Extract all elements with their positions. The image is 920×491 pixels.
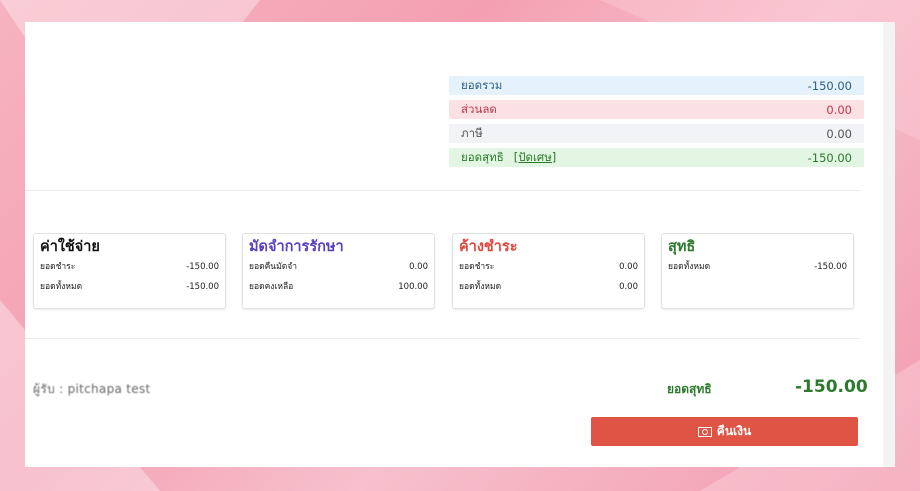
deposit-card: มัดจำการรักษา ยอดคืนมัดจำ 0.00 ยอดคงเหลื… [242,233,435,309]
summary-total-value: -150.00 [807,78,852,93]
deposit-row-balance: ยอดคงเหลือ 100.00 [249,282,428,293]
outstanding-card-title: ค้างชำระ [459,239,518,255]
summary-discount-value: 0.00 [826,102,852,117]
divider-top [25,190,861,191]
expense-row-paid: ยอดชำระ -150.00 [40,262,219,273]
deposit-row-refund: ยอดคืนมัดจำ 0.00 [249,262,428,273]
summary-tax-row: ภาษี 0.00 [449,124,864,143]
outstanding-row-total-label: ยอดทั้งหมด [459,282,502,292]
deposit-row-refund-value: 0.00 [409,262,428,272]
refund-button-label: คืนเงิน [716,424,752,438]
summary-table: ยอดรวม -150.00 ส่วนลด 0.00 ภาษี 0.00 ยอด… [449,76,864,172]
summary-net-value: -150.00 [807,150,852,165]
outstanding-row-paid-value: 0.00 [619,262,638,272]
summary-net-label: ยอดสุทธิ [461,149,504,164]
summary-tax-value: 0.00 [826,126,852,141]
summary-discount-label: ส่วนลด [461,101,497,116]
expense-row-paid-value: -150.00 [186,262,219,272]
summary-discount-row: ส่วนลด 0.00 [449,100,864,119]
divider-bottom [25,338,861,339]
summary-total-row: ยอดรวม -150.00 [449,76,864,95]
summary-net-row: ยอดสุทธิ [ปัดเศษ] -150.00 [449,148,864,167]
deposit-row-refund-label: ยอดคืนมัดจำ [249,262,297,272]
expense-row-total: ยอดทั้งหมด -150.00 [40,282,219,293]
net-card: สุทธิ ยอดทั้งหมด -150.00 [661,233,854,309]
money-icon [697,426,712,437]
net-card-title: สุทธิ [668,239,696,255]
net-row-total-value: -150.00 [814,262,847,272]
receiver-name: ผู้รับ : pitchapa test [33,382,151,396]
outstanding-row-total: ยอดทั้งหมด 0.00 [459,282,638,293]
outstanding-row-paid: ยอดชำระ 0.00 [459,262,638,273]
footer-net-value: -150.00 [795,377,868,397]
deposit-card-title: มัดจำการรักษา [249,239,344,255]
outstanding-card: ค้างชำระ ยอดชำระ 0.00 ยอดทั้งหมด 0.00 [452,233,645,309]
expense-row-total-value: -150.00 [186,282,219,292]
deposit-row-balance-value: 100.00 [398,282,428,292]
panel-edge [883,22,895,467]
summary-tax-label: ภาษี [461,125,483,140]
outstanding-row-paid-label: ยอดชำระ [459,262,495,272]
expense-card-title: ค่าใช้จ่าย [40,239,100,255]
expense-row-total-label: ยอดทั้งหมด [40,282,83,292]
outstanding-row-total-value: 0.00 [619,282,638,292]
round-off-link[interactable]: [ปัดเศษ] [514,150,557,164]
deposit-row-balance-label: ยอดคงเหลือ [249,282,294,292]
net-row-total-label: ยอดทั้งหมด [668,262,711,272]
expense-card: ค่าใช้จ่าย ยอดชำระ -150.00 ยอดทั้งหมด -1… [33,233,226,309]
summary-total-label: ยอดรวม [461,77,503,92]
net-row-total: ยอดทั้งหมด -150.00 [668,262,847,273]
expense-row-paid-label: ยอดชำระ [40,262,76,272]
footer-net-label: ยอดสุทธิ [667,382,712,396]
payment-summary-panel: ยอดรวม -150.00 ส่วนลด 0.00 ภาษี 0.00 ยอด… [25,22,883,467]
refund-button[interactable]: คืนเงิน [591,417,858,446]
